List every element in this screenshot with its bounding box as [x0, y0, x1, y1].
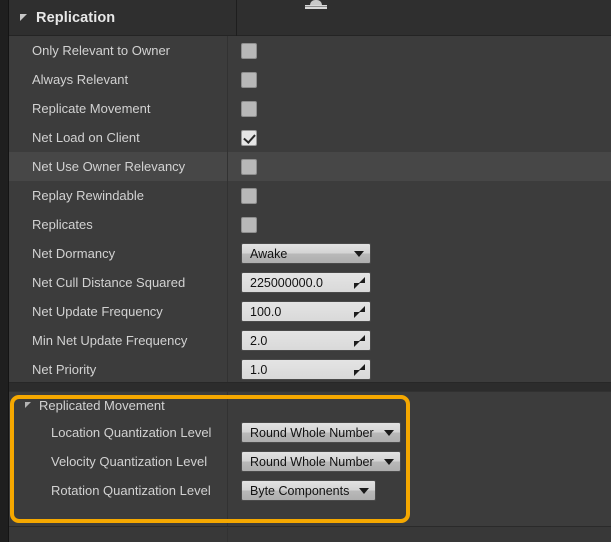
property-label: Min Net Update Frequency — [32, 333, 188, 348]
property-label: Net Update Frequency — [32, 304, 163, 319]
dropdown[interactable]: Round Whole Number — [241, 451, 401, 472]
triangle-down-icon[interactable] — [20, 14, 27, 21]
property-value: 1.0 — [227, 359, 611, 380]
property-label: Only Relevant to Owner — [32, 43, 171, 58]
number-input[interactable]: 225000000.0 — [241, 272, 371, 293]
chevron-down-icon[interactable] — [359, 487, 370, 494]
dropdown[interactable]: Round Whole Number — [241, 422, 401, 443]
number-input[interactable]: 100.0 — [241, 301, 371, 322]
checkbox-unchecked[interactable] — [241, 42, 257, 59]
property-row[interactable]: Net Cull Distance Squared 225000000.0 — [9, 268, 611, 297]
dropdown-value: Round Whole Number — [250, 454, 374, 469]
group-column-divider — [227, 392, 228, 526]
group-title: Replicated Movement — [39, 397, 165, 413]
property-value: Round Whole Number — [227, 422, 611, 443]
property-value: Awake — [227, 243, 611, 264]
spinner-arrows-icon[interactable] — [354, 334, 365, 347]
property-label: Net Use Owner Relevancy — [32, 159, 186, 174]
dropdown-value: Round Whole Number — [250, 425, 374, 440]
property-value — [227, 100, 611, 117]
chevron-down-icon[interactable] — [383, 429, 394, 436]
column-divider — [227, 36, 228, 382]
property-label: Rotation Quantization Level — [51, 483, 211, 498]
dropdown-value: Byte Components — [250, 483, 350, 498]
section-separator — [9, 382, 611, 392]
spinner-arrows-icon[interactable] — [354, 276, 365, 289]
property-value — [227, 158, 611, 175]
property-value — [227, 216, 611, 233]
number-input[interactable]: 2.0 — [241, 330, 371, 351]
spinner-arrows-icon[interactable] — [354, 363, 365, 376]
group-header-replicated-movement[interactable]: Replicated Movement — [9, 392, 611, 418]
property-row[interactable]: Net Dormancy Awake — [9, 239, 611, 268]
property-value: 2.0 — [227, 330, 611, 351]
property-label: Location Quantization Level — [51, 425, 212, 440]
header-column-divider — [236, 0, 237, 36]
property-row[interactable]: Only Relevant to Owner — [9, 36, 611, 65]
details-panel: Replication Only Relevant to Owner Always… — [0, 0, 611, 542]
checkbox-checked[interactable] — [241, 129, 257, 146]
property-label: Net Cull Distance Squared — [32, 275, 186, 290]
property-row[interactable]: Net Load on Client — [9, 123, 611, 152]
property-value: 100.0 — [227, 301, 611, 322]
property-value — [227, 71, 611, 88]
property-row[interactable]: Location Quantization Level Round Whole N… — [9, 418, 611, 447]
checkbox-unchecked[interactable] — [241, 158, 257, 175]
property-label: Velocity Quantization Level — [51, 454, 208, 469]
triangle-down-icon[interactable] — [25, 402, 31, 408]
checkbox-unchecked[interactable] — [241, 100, 257, 117]
number-input-value: 100.0 — [250, 304, 282, 319]
number-input-value: 225000000.0 — [250, 275, 323, 290]
checkbox-unchecked[interactable] — [241, 71, 257, 88]
property-row[interactable]: Replicates — [9, 210, 611, 239]
property-row[interactable]: Replay Rewindable — [9, 181, 611, 210]
checkbox-unchecked[interactable] — [241, 187, 257, 204]
property-label: Net Load on Client — [32, 130, 140, 145]
property-row[interactable]: Velocity Quantization Level Round Whole N… — [9, 447, 611, 476]
property-label: Always Relevant — [32, 72, 129, 87]
panel-left-gutter — [0, 0, 8, 542]
property-row[interactable]: Replicate Movement — [9, 94, 611, 123]
property-value: 225000000.0 — [227, 272, 611, 293]
spinner-arrows-icon[interactable] — [354, 305, 365, 318]
chevron-down-icon[interactable] — [383, 458, 394, 465]
chevron-down-icon[interactable] — [354, 250, 364, 257]
property-label: Replicate Movement — [32, 101, 151, 116]
checkbox-unchecked[interactable] — [241, 216, 257, 233]
property-label: Net Priority — [32, 362, 97, 377]
property-row[interactable]: Net Update Frequency 100.0 — [9, 297, 611, 326]
dropdown[interactable]: Byte Components — [241, 480, 377, 501]
panel-left-gutter-edge — [8, 0, 9, 542]
number-input-value: 2.0 — [250, 333, 268, 348]
property-value: Round Whole Number — [227, 451, 611, 472]
property-value — [227, 42, 611, 59]
property-value: Byte Components — [227, 480, 611, 501]
property-label: Net Dormancy — [32, 246, 116, 261]
category-title: Replication — [36, 9, 116, 26]
property-value — [227, 187, 611, 204]
number-input[interactable]: 1.0 — [241, 359, 371, 380]
property-value — [227, 129, 611, 146]
property-row[interactable]: Net Use Owner Relevancy — [9, 152, 611, 181]
property-label: Replicates — [32, 217, 93, 232]
replicated-movement-group: Replicated Movement Location Quantizatio… — [9, 392, 611, 526]
footer-column-divider — [227, 528, 228, 542]
number-input-value: 1.0 — [250, 362, 268, 377]
property-row[interactable]: Always Relevant — [9, 65, 611, 94]
property-label: Replay Rewindable — [32, 188, 145, 203]
panel-footer — [9, 526, 611, 542]
property-list: Only Relevant to Owner Always Relevant Rep… — [9, 36, 611, 382]
dropdown-value: Awake — [250, 246, 288, 261]
property-row[interactable]: Rotation Quantization Level Byte Componen… — [9, 476, 611, 505]
property-row[interactable]: Min Net Update Frequency 2.0 — [9, 326, 611, 355]
splitter-drag-handle-icon[interactable] — [305, 0, 327, 9]
property-row[interactable]: Net Priority 1.0 — [9, 355, 611, 384]
dropdown[interactable]: Awake — [241, 243, 371, 264]
